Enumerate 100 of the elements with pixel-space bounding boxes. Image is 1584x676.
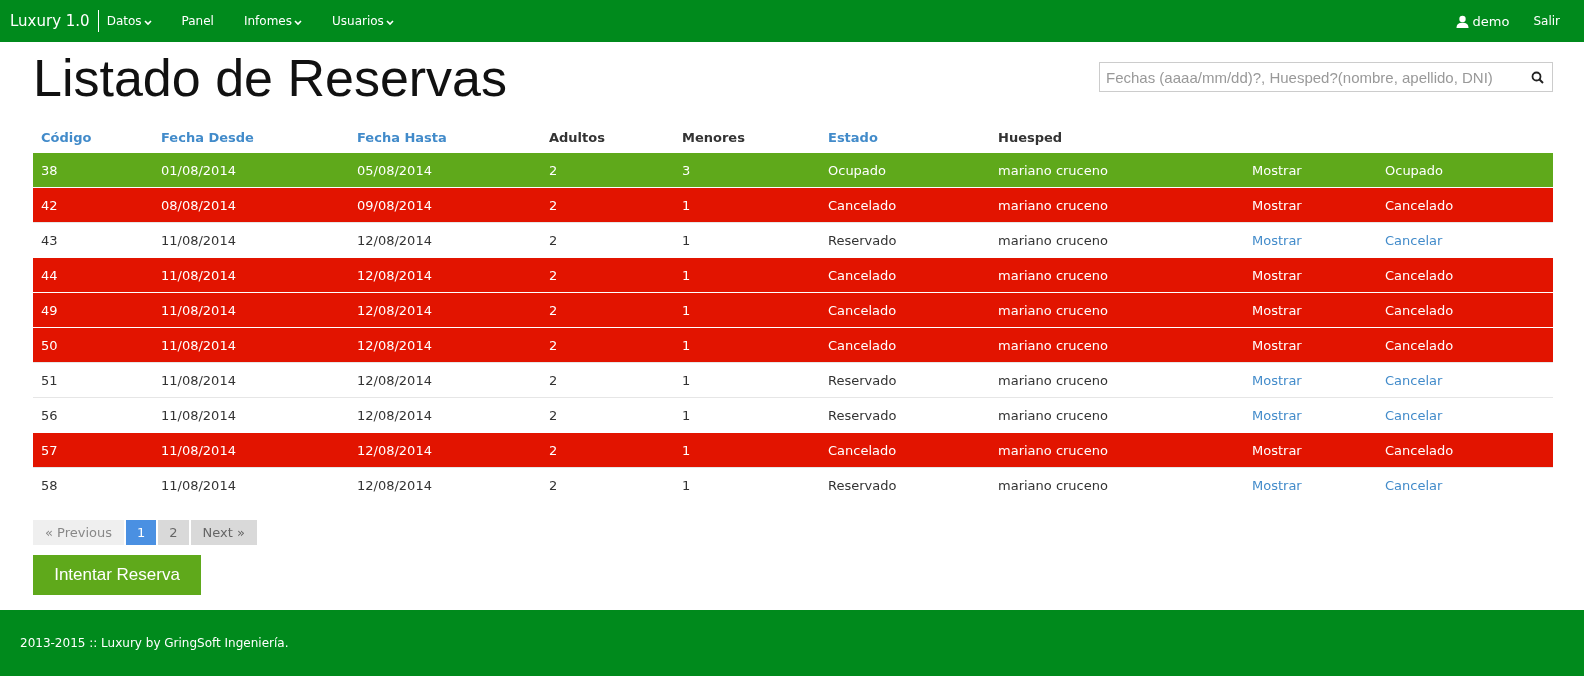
status-link[interactable]: Cancelar	[1377, 232, 1553, 248]
table-cell-text: 2	[548, 302, 559, 318]
table-cell-text: 1	[681, 337, 692, 353]
table-cell-text: mariano cruceno	[997, 442, 1109, 458]
table-cell-text: 1	[681, 302, 692, 318]
page-title: Listado de Reservas	[33, 48, 508, 108]
show-link[interactable]: Mostrar	[1244, 407, 1377, 423]
table-cell-text: mariano cruceno	[997, 267, 1109, 283]
table-cell-text: 09/08/2014	[356, 197, 433, 213]
status-link[interactable]: Cancelado	[1377, 197, 1553, 213]
show-link[interactable]: Mostrar	[1244, 197, 1377, 213]
table-cell-text: 42	[40, 197, 59, 213]
table-cell-text: 51	[40, 372, 59, 388]
status-link[interactable]: Ocupado	[1377, 162, 1553, 178]
table-cell-text: Cancelado	[827, 337, 898, 353]
column-sort-link[interactable]: Estado	[820, 129, 990, 145]
show-link[interactable]: Mostrar	[1244, 442, 1377, 458]
show-link[interactable]: Mostrar	[1244, 302, 1377, 318]
page-button[interactable]: 1	[126, 520, 157, 545]
status-link[interactable]: Cancelado	[1377, 442, 1553, 458]
table-cell-text: 11/08/2014	[160, 302, 237, 318]
menu-item[interactable]: Datos	[106, 14, 152, 28]
chevron-down-icon	[294, 19, 302, 26]
show-link[interactable]: Mostrar	[1244, 232, 1377, 248]
column-sort-link[interactable]: Fecha Hasta	[349, 129, 541, 145]
brand-link[interactable]: Luxury 1.0	[10, 12, 98, 30]
user-link[interactable]: demo	[1455, 13, 1510, 29]
column-sort-link[interactable]: Código	[33, 129, 153, 145]
show-link[interactable]: Mostrar	[1244, 372, 1377, 388]
search-icon	[1531, 70, 1544, 84]
table-cell-text: 1	[681, 197, 692, 213]
table-cell-text: 1	[681, 442, 692, 458]
show-link[interactable]: Mostrar	[1244, 477, 1377, 493]
menu-item[interactable]: Panel	[181, 14, 214, 28]
logout-link[interactable]: Salir	[1533, 14, 1560, 28]
table-cell-text: 38	[40, 162, 59, 178]
status-link[interactable]: Cancelar	[1377, 477, 1553, 493]
table-cell-text: mariano cruceno	[997, 162, 1109, 178]
table-cell-text: 11/08/2014	[160, 407, 237, 423]
table-cell-text: 1	[681, 477, 692, 493]
show-link[interactable]: Mostrar	[1244, 337, 1377, 353]
table-cell-text: 11/08/2014	[160, 372, 237, 388]
footer-text: 2013-2015 :: Luxury by GringSoft Ingeniería.	[20, 636, 289, 650]
status-link[interactable]: Cancelado	[1377, 337, 1553, 353]
column-header: Menores	[681, 129, 746, 145]
status-link[interactable]: Cancelado	[1377, 267, 1553, 283]
status-link[interactable]: Cancelado	[1377, 302, 1553, 318]
table-cell-text: 1	[681, 407, 692, 423]
table-cell-text: 01/08/2014	[160, 162, 237, 178]
table-cell-text: Reservado	[827, 372, 898, 388]
show-link[interactable]: Mostrar	[1244, 162, 1377, 178]
table-cell-text: 05/08/2014	[356, 162, 433, 178]
table-cell-text: Cancelado	[827, 302, 898, 318]
table-cell-text: 11/08/2014	[160, 232, 237, 248]
table-cell-text: Cancelado	[827, 197, 898, 213]
table-cell-text: 2	[548, 372, 559, 388]
table-cell-text: 2	[548, 232, 559, 248]
table-cell-text: 1	[681, 372, 692, 388]
next-page-button[interactable]: Next »	[190, 520, 257, 545]
table-cell-text: 11/08/2014	[160, 477, 237, 493]
menu-item[interactable]: Infomes	[243, 14, 302, 28]
table-cell-text: 58	[40, 477, 59, 493]
page-button[interactable]: 2	[158, 520, 189, 545]
table-cell-text: Cancelado	[827, 267, 898, 283]
table-cell-text: 11/08/2014	[160, 267, 237, 283]
table-cell-text: 2	[548, 162, 559, 178]
table-cell-text: mariano cruceno	[997, 372, 1109, 388]
chevron-down-icon	[385, 19, 394, 26]
table-cell-text: 2	[548, 337, 559, 353]
chevron-down-icon	[143, 19, 152, 26]
table-cell-text: mariano cruceno	[997, 302, 1109, 318]
table-cell-text: 49	[40, 302, 59, 318]
search-field[interactable]: Fechas (aaaa/mm/dd)?, Huesped?(nombre, apellido, DNI)	[1099, 62, 1553, 92]
status-link[interactable]: Cancelar	[1377, 407, 1553, 423]
reserve-button[interactable]: Intentar Reserva	[33, 555, 201, 595]
column-header: Huesped	[997, 129, 1064, 145]
table-cell-text: 3	[681, 162, 692, 178]
table-cell-text: 12/08/2014	[356, 267, 433, 283]
status-link[interactable]: Cancelar	[1377, 372, 1553, 388]
show-link[interactable]: Mostrar	[1244, 267, 1377, 283]
user-icon	[1455, 14, 1469, 28]
table-cell-text: 11/08/2014	[160, 442, 237, 458]
table-cell-text: 12/08/2014	[356, 477, 433, 493]
table-cell-text: 12/08/2014	[356, 407, 433, 423]
table-cell-text: 2	[548, 477, 559, 493]
table-cell-text: 12/08/2014	[356, 442, 433, 458]
table-cell-text: 11/08/2014	[160, 337, 237, 353]
table-cell-text: 12/08/2014	[356, 302, 433, 318]
table-cell-text: Ocupado	[827, 162, 888, 178]
table-cell-text: 12/08/2014	[356, 372, 433, 388]
table-cell-text: 2	[548, 267, 559, 283]
table-cell-text: mariano cruceno	[997, 197, 1109, 213]
table-cell-text: Cancelado	[827, 442, 898, 458]
table-cell-text: 1	[681, 232, 692, 248]
table-cell-text: 2	[548, 197, 559, 213]
menu-item[interactable]: Usuarios	[332, 14, 394, 28]
column-sort-link[interactable]: Fecha Desde	[153, 129, 349, 145]
table-cell-text: 44	[40, 267, 59, 283]
table-cell-text: 50	[40, 337, 59, 353]
table-cell-text: Reservado	[827, 477, 898, 493]
